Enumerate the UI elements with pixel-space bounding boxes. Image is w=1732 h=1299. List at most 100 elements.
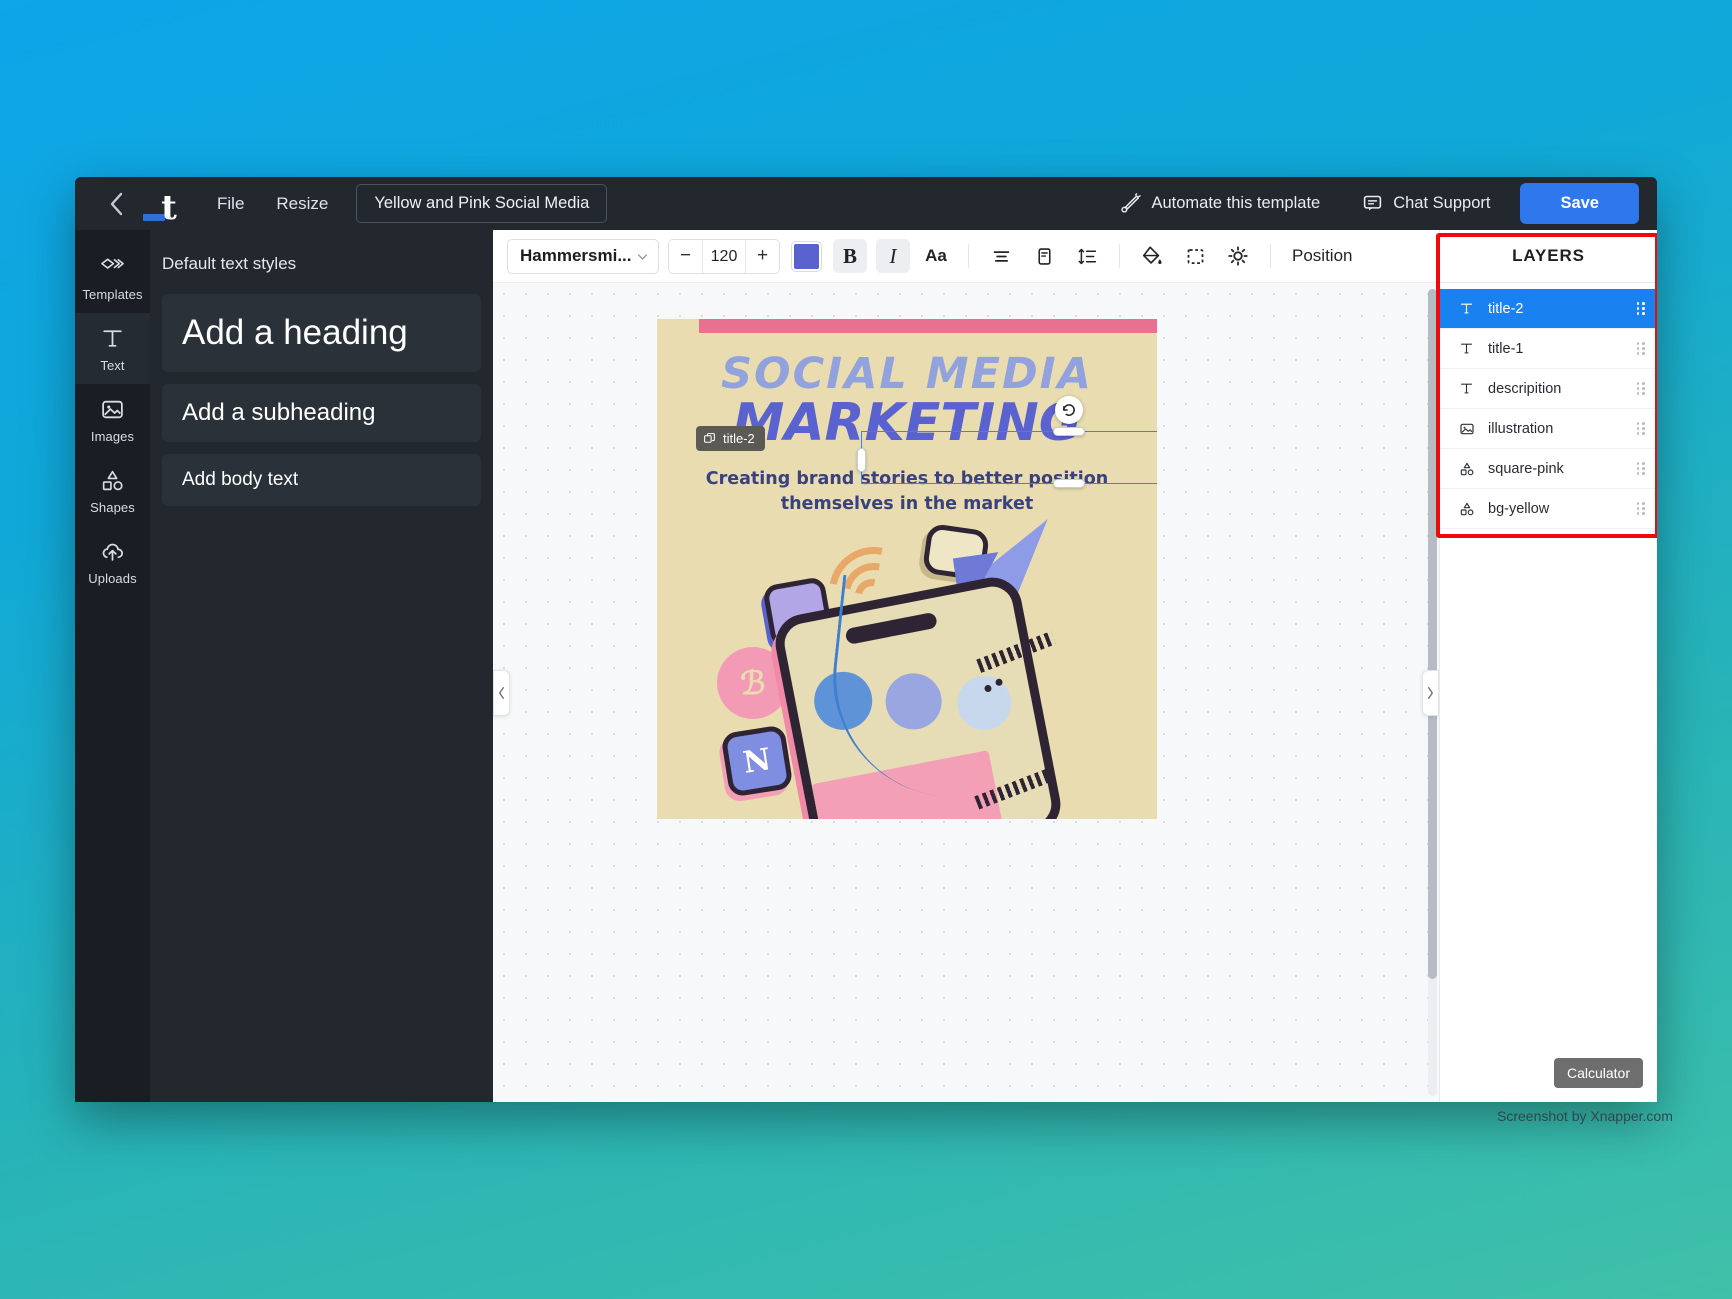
left-rail: Templates Text Images Shapes Uploads: [75, 230, 150, 1102]
line-spacing-button[interactable]: [1070, 239, 1104, 273]
app-logo[interactable]: t: [143, 185, 183, 228]
selection-box[interactable]: title-2: [696, 396, 1157, 488]
sidebar-item-shapes[interactable]: Shapes: [75, 455, 150, 526]
layer-name: illustration: [1488, 420, 1554, 437]
back-button[interactable]: [103, 191, 129, 217]
bold-button[interactable]: B: [833, 239, 867, 273]
sidebar-item-images[interactable]: Images: [75, 384, 150, 455]
position-button[interactable]: Position: [1286, 246, 1352, 266]
text-t-icon: [1458, 341, 1475, 356]
save-button[interactable]: Save: [1520, 183, 1639, 224]
font-size-decrease[interactable]: −: [669, 239, 702, 273]
chevron-left-icon: [499, 686, 504, 699]
layer-row-title-2[interactable]: title-2: [1440, 289, 1657, 329]
shapes-icon: [1458, 461, 1475, 477]
sidebar-label-uploads: Uploads: [88, 571, 137, 586]
copy-icon: [704, 433, 715, 443]
layer-name: square-pink: [1488, 460, 1564, 477]
text-t-icon: [1458, 381, 1475, 396]
document-title-field[interactable]: Yellow and Pink Social Media: [356, 184, 608, 223]
drag-handle-icon[interactable]: [1636, 342, 1646, 355]
sidebar-label-images: Images: [90, 429, 135, 444]
toolbar-divider-2: [1119, 244, 1120, 268]
rotate-icon: [1062, 404, 1075, 416]
selected-layer-tag: title-2: [696, 426, 765, 451]
drag-handle-icon[interactable]: [1636, 462, 1646, 475]
layers-panel-title: LAYERS: [1440, 230, 1657, 283]
image-icon: [102, 400, 123, 419]
upload-cloud-icon: [102, 543, 124, 561]
text-toolbar: Hammersmi... − 120 + B I Aa Position: [493, 230, 1439, 283]
sidebar-item-text[interactable]: Text: [75, 313, 150, 384]
style-card-subheading[interactable]: Add a subheading: [162, 384, 481, 442]
blue-n-badge: N: [720, 724, 794, 798]
viewport-scrollbar-thumb[interactable]: [1428, 289, 1437, 979]
drag-handle-icon[interactable]: [1636, 302, 1646, 315]
layer-name: title-1: [1488, 340, 1524, 357]
menu-file[interactable]: File: [201, 186, 260, 222]
app-window: t File Resize Yellow and Pink Social Med…: [75, 177, 1657, 1102]
sidebar-label-shapes: Shapes: [90, 500, 135, 515]
automate-template-button[interactable]: Automate this template: [1108, 185, 1332, 222]
layer-row-square-pink[interactable]: square-pink: [1440, 449, 1657, 489]
squiggle-top: [976, 631, 1056, 673]
text-case-button[interactable]: Aa: [919, 239, 953, 273]
layers-list: title-2 title-1 descripition illustratio…: [1440, 283, 1657, 529]
layer-row-bg-yellow[interactable]: bg-yellow: [1440, 489, 1657, 529]
screenshot-watermark: Screenshot by Xnapper.com: [1497, 1108, 1673, 1124]
layer-row-title-1[interactable]: title-1: [1440, 329, 1657, 369]
text-align-button[interactable]: [984, 239, 1018, 273]
text-t-icon: [1458, 301, 1475, 316]
resize-handle-top[interactable]: [1052, 427, 1085, 436]
adjust-button[interactable]: [1221, 239, 1255, 273]
text-color-swatch[interactable]: [791, 240, 822, 272]
shapes-icon: [102, 470, 123, 491]
align-center-icon: [993, 250, 1009, 262]
design-pink-bar: [699, 319, 1157, 333]
drag-handle-icon[interactable]: [1636, 422, 1646, 435]
sidebar-item-templates[interactable]: Templates: [75, 242, 150, 313]
crop-button[interactable]: [1178, 239, 1212, 273]
resize-handle-bottom[interactable]: [1052, 479, 1085, 488]
font-size-increase[interactable]: +: [746, 239, 779, 273]
magic-wand-icon: [1121, 193, 1142, 213]
resize-handle-left[interactable]: [857, 448, 866, 472]
text-box-button[interactable]: [1027, 239, 1061, 273]
design-title-1[interactable]: SOCIAL MEDIA: [657, 349, 1157, 399]
calculator-button[interactable]: Calculator: [1553, 1058, 1643, 1088]
brightness-icon: [1228, 246, 1248, 266]
fill-color-button[interactable]: [1135, 239, 1169, 273]
chat-support-button[interactable]: Chat Support: [1350, 185, 1502, 222]
canvas-viewport[interactable]: SOCIAL MEDIA MARKETING Creating brand st…: [493, 283, 1439, 1102]
top-bar: t File Resize Yellow and Pink Social Med…: [75, 177, 1657, 230]
font-family-select[interactable]: Hammersmi...: [507, 238, 659, 274]
paint-bucket-icon: [1142, 246, 1162, 265]
design-illustration[interactable]: ℬ N: [657, 498, 1157, 819]
drag-handle-icon[interactable]: [1636, 382, 1646, 395]
selection-dashed-icon: [1187, 248, 1203, 264]
drag-handle-icon[interactable]: [1636, 502, 1646, 515]
sidebar-label-text: Text: [100, 358, 125, 373]
canvas-area: Hammersmi... − 120 + B I Aa Position SOC…: [493, 230, 1439, 1102]
layer-name: title-2: [1488, 300, 1524, 317]
font-family-value: Hammersmi...: [520, 246, 632, 265]
layer-row-illustration[interactable]: illustration: [1440, 409, 1657, 449]
logo-letter: t: [161, 187, 177, 228]
line-spacing-icon: [1078, 248, 1096, 264]
image-icon: [1458, 421, 1475, 437]
font-size-input[interactable]: 120: [702, 239, 746, 273]
toolbar-divider-3: [1270, 244, 1271, 268]
style-card-heading[interactable]: Add a heading: [162, 294, 481, 372]
collapse-left-panel-button[interactable]: [493, 669, 510, 716]
style-card-body[interactable]: Add body text: [162, 454, 481, 506]
workspace: Templates Text Images Shapes Uploads Def…: [75, 230, 1657, 1102]
chevron-left-icon: [110, 192, 122, 215]
design-canvas[interactable]: SOCIAL MEDIA MARKETING Creating brand st…: [657, 319, 1157, 819]
layer-row-descripition[interactable]: descripition: [1440, 369, 1657, 409]
collapse-right-panel-button[interactable]: [1422, 669, 1439, 716]
rotate-handle[interactable]: [1054, 396, 1083, 424]
automate-template-label: Automate this template: [1151, 194, 1321, 212]
menu-resize[interactable]: Resize: [260, 186, 344, 222]
italic-button[interactable]: I: [876, 239, 910, 273]
sidebar-item-uploads[interactable]: Uploads: [75, 526, 150, 597]
